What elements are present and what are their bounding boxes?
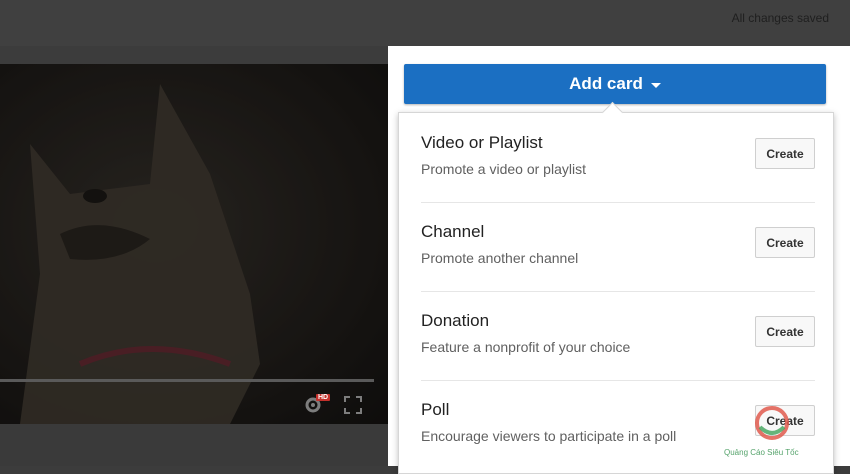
video-progress-bar[interactable]	[0, 379, 374, 382]
save-status: All changes saved	[731, 11, 829, 25]
card-option-description: Feature a nonprofit of your choice	[421, 339, 631, 355]
top-bar: All changes saved	[0, 0, 850, 46]
card-option-title: Channel	[421, 222, 485, 241]
create-channel-button[interactable]: Create	[755, 227, 815, 258]
watermark-text: Quảng Cáo Siêu Tốc	[724, 448, 799, 457]
card-option-donation[interactable]: Donation Feature a nonprofit of your cho…	[421, 291, 815, 380]
create-video-playlist-button[interactable]: Create	[755, 138, 815, 169]
video-player[interactable]: HD	[0, 64, 388, 424]
card-option-description: Promote a video or playlist	[421, 161, 586, 177]
cards-panel: Add card Video or Playlist Promote a vid…	[388, 46, 850, 474]
video-overlay	[0, 64, 388, 424]
card-option-description: Promote another channel	[421, 250, 579, 266]
card-option-description: Encourage viewers to participate in a po…	[421, 428, 677, 444]
fullscreen-icon[interactable]	[343, 395, 363, 415]
card-option-channel[interactable]: Channel Promote another channel Create	[421, 202, 815, 291]
card-option-title: Video or Playlist	[421, 133, 543, 152]
card-option-title: Donation	[421, 311, 490, 330]
card-option-video-playlist[interactable]: Video or Playlist Promote a video or pla…	[421, 113, 815, 202]
add-card-label: Add card	[569, 74, 643, 93]
watermark-logo-icon	[755, 406, 789, 440]
video-info-area	[0, 424, 388, 466]
hd-badge: HD	[316, 394, 331, 401]
card-option-title: Poll	[421, 400, 450, 419]
add-card-button[interactable]: Add card	[404, 64, 826, 104]
chevron-down-icon	[650, 82, 661, 88]
create-donation-button[interactable]: Create	[755, 316, 815, 347]
